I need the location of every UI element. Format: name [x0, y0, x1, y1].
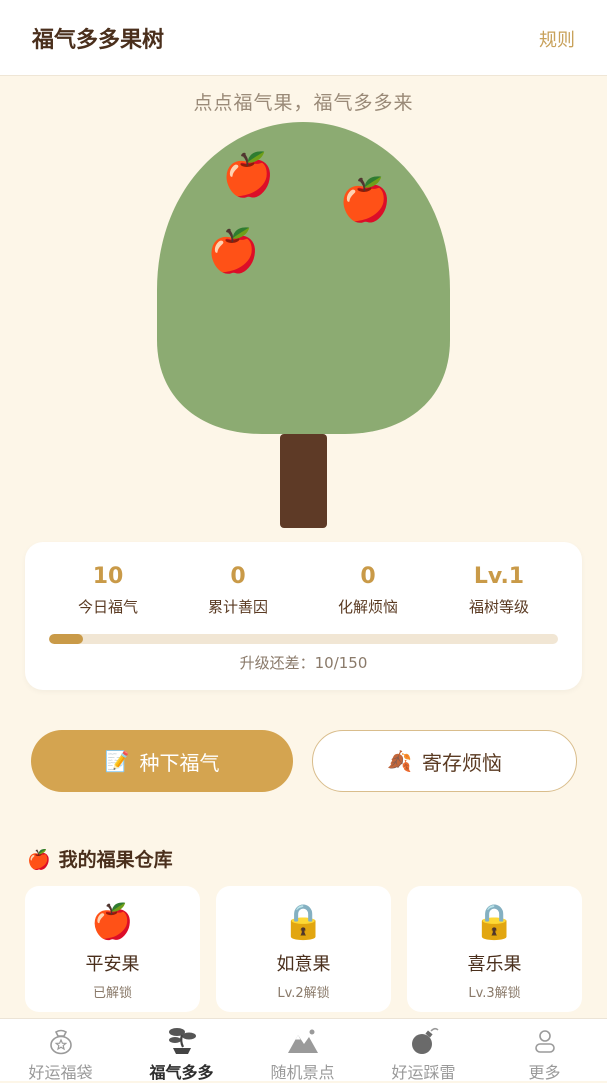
- lock-icon: 🔒: [282, 902, 325, 942]
- apple-fruit-1[interactable]: 🍎: [222, 154, 274, 196]
- stat-label: 累计善因: [207, 598, 268, 616]
- store-worries-label: 寄存烦恼: [421, 750, 502, 775]
- bottom-tab-bar: 好运福袋 福气多多 随机景点 好运踩雷 更多: [0, 1018, 607, 1083]
- plant-fortune-label: 种下福气: [139, 750, 220, 775]
- fallen-leaf-icon: 🍂: [387, 749, 412, 773]
- mountain-icon: [287, 1029, 318, 1053]
- lock-icon: 🔒: [473, 902, 516, 942]
- fruit-status: 已解锁: [92, 986, 132, 1001]
- stat-value: 0: [360, 564, 376, 589]
- stat-label: 今日福气: [77, 598, 138, 616]
- apple-fruit-2[interactable]: 🍎: [339, 179, 391, 221]
- fortune-tree[interactable]: [0, 0, 607, 540]
- stat-value: 0: [230, 564, 246, 589]
- fruit-status: Lv.3解锁: [468, 986, 521, 1001]
- stat-tree-level: Lv.1 福树等级: [434, 564, 564, 617]
- apple-fruit-3[interactable]: 🍎: [207, 230, 259, 272]
- tab-label: 更多: [528, 1063, 561, 1082]
- stat-total-good-deeds: 0 累计善因: [173, 564, 303, 617]
- tab-label: 随机景点: [270, 1063, 335, 1082]
- stat-resolved-worries: 0 化解烦恼: [303, 564, 433, 617]
- tab-lucky-bag[interactable]: 好运福袋: [0, 1025, 121, 1083]
- stat-label: 化解烦恼: [337, 598, 398, 616]
- tab-random-scenic[interactable]: 随机景点: [242, 1025, 363, 1083]
- tab-label: 好运福袋: [28, 1063, 93, 1082]
- apple-icon: 🍎: [91, 902, 134, 942]
- tree-canopy[interactable]: [157, 122, 450, 434]
- fruit-status: Lv.2解锁: [277, 986, 330, 1001]
- tab-more[interactable]: 更多: [484, 1025, 605, 1083]
- tab-label: 福气多多: [149, 1063, 214, 1082]
- level-progress-bar: [49, 634, 558, 644]
- tab-fortune-tree[interactable]: 福气多多: [121, 1025, 242, 1083]
- fruit-name: 喜乐果: [467, 954, 522, 975]
- warehouse-title-text: 我的福果仓库: [58, 849, 173, 871]
- memo-icon: 📝: [104, 749, 130, 773]
- fruit-card-ruyi[interactable]: 🔒 如意果 Lv.2解锁: [216, 886, 391, 1012]
- stat-value: Lv.1: [473, 564, 525, 589]
- plant-fortune-button[interactable]: 📝 种下福气: [31, 730, 293, 792]
- apple-icon: 🍎: [27, 849, 51, 871]
- bomb-icon: [411, 1027, 439, 1054]
- stat-today-fortune: 10 今日福气: [43, 564, 173, 617]
- stat-value: 10: [92, 564, 124, 589]
- stats-card: 10 今日福气 0 累计善因 0 化解烦恼 Lv.1 福树等级 升级还差：10/…: [25, 542, 582, 690]
- fruit-name: 如意果: [276, 954, 331, 975]
- fruit-card-peace[interactable]: 🍎 平安果 已解锁: [25, 886, 200, 1012]
- bonsai-tree-icon: [168, 1028, 196, 1054]
- lucky-bag-icon: [49, 1029, 72, 1055]
- person-icon: [534, 1030, 555, 1053]
- warehouse-title: 🍎 我的福果仓库: [27, 845, 173, 872]
- tab-label: 好运踩雷: [391, 1063, 456, 1082]
- tab-lucky-minesweeper[interactable]: 好运踩雷: [363, 1025, 484, 1083]
- level-progress-text: 升级还差：10/150: [239, 654, 368, 672]
- fruit-card-joy[interactable]: 🔒 喜乐果 Lv.3解锁: [407, 886, 582, 1012]
- fruit-name: 平安果: [85, 954, 140, 975]
- stat-label: 福树等级: [468, 598, 529, 616]
- tree-trunk: [280, 434, 327, 528]
- level-progress-fill: [49, 634, 83, 644]
- store-worries-button[interactable]: 🍂 寄存烦恼: [312, 730, 577, 792]
